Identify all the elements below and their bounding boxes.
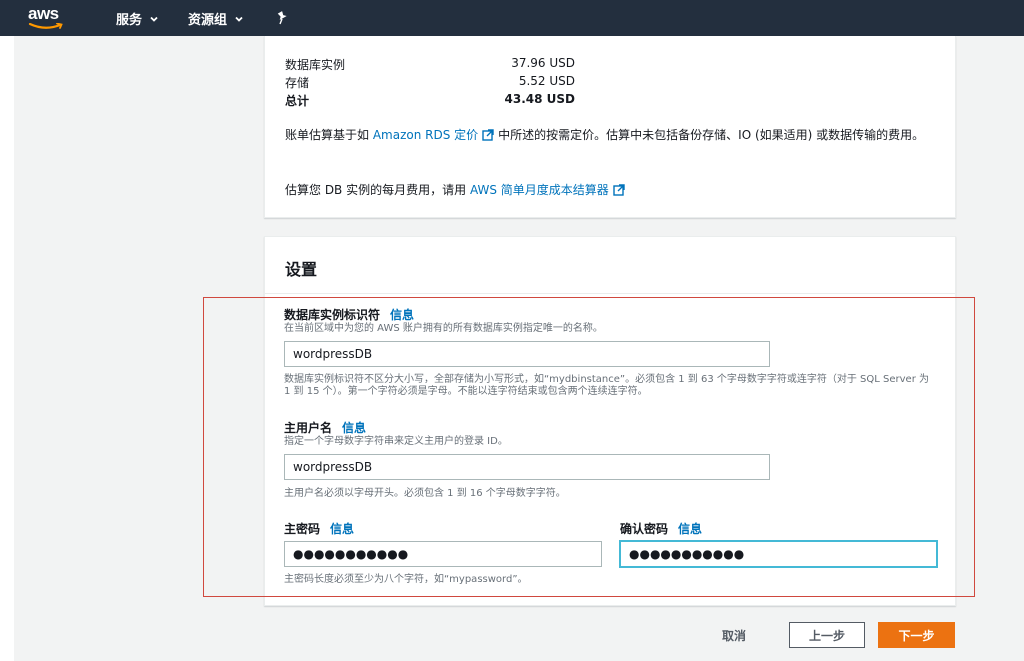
master-password-hint: 主密码长度必须至少为八个字符，如“mypassword”。 [284, 574, 528, 585]
info-link[interactable]: 信息 [330, 522, 354, 536]
db-identifier-label: 数据库实例标识符 信息 [284, 306, 414, 323]
next-button[interactable]: 下一步 [878, 622, 955, 648]
divider [265, 293, 955, 294]
cost-value: 37.96 USD [511, 56, 575, 70]
previous-button[interactable]: 上一步 [789, 622, 865, 648]
left-panel [0, 36, 14, 661]
external-link-icon [613, 184, 625, 196]
pricing-note-text: 账单估算基于如 [285, 128, 370, 142]
resource-groups-label: 资源组 [188, 13, 228, 28]
info-link[interactable]: 信息 [390, 308, 414, 322]
services-label: 服务 [116, 13, 143, 28]
cost-estimate-card: 数据库实例 37.96 USD 存储 5.52 USD 总计 43.48 USD… [264, 36, 956, 218]
master-username-input[interactable]: wordpressDB [284, 454, 770, 480]
master-password-label: 主密码 信息 [284, 520, 354, 537]
rds-pricing-link[interactable]: Amazon RDS 定价 [373, 128, 478, 142]
external-link-icon [482, 129, 494, 141]
cost-label: 存储 [285, 76, 310, 90]
services-menu[interactable]: 服务 [116, 9, 158, 28]
cost-value: 5.52 USD [518, 74, 575, 88]
resource-groups-menu[interactable]: 资源组 [188, 9, 243, 28]
cost-label: 总计 [285, 94, 310, 108]
db-identifier-description: 在当前区域中为您的 AWS 账户拥有的所有数据库实例指定唯一的名称。 [284, 323, 603, 334]
confirm-password-label: 确认密码 信息 [620, 520, 702, 537]
aws-smile-icon [28, 23, 63, 29]
master-password-input[interactable]: ●●●●●●●●●●● [284, 541, 602, 567]
pricing-note-text: 中所述的按需定价。估算中未包括备份存储、IO (如果适用) 或数据传输的费用。 [498, 128, 925, 142]
cost-value: 43.48 USD [504, 92, 575, 106]
password-mask: ●●●●●●●●●●● [629, 547, 745, 561]
master-username-hint: 主用户名必须以字母开头。必须包含 1 到 16 个字母数字字符。 [284, 488, 566, 499]
chevron-down-icon [150, 16, 158, 22]
cost-row-instance: 数据库实例 37.96 USD [285, 56, 575, 73]
db-identifier-input[interactable]: wordpressDB [284, 341, 770, 367]
calculator-note: 估算您 DB 实例的每月费用，请用 AWS 简单月度成本结算器 [285, 181, 935, 199]
monthly-calculator-link[interactable]: AWS 简单月度成本结算器 [470, 183, 609, 197]
settings-card: 设置 数据库实例标识符 信息 在当前区域中为您的 AWS 账户拥有的所有数据库实例… [264, 236, 956, 606]
password-mask: ●●●●●●●●●●● [293, 547, 409, 561]
calculator-note-text: 估算您 DB 实例的每月费用，请用 [285, 183, 467, 197]
cancel-button[interactable]: 取消 [722, 627, 746, 644]
master-password-label-text: 主密码 [284, 522, 321, 536]
confirm-password-label-text: 确认密码 [620, 522, 669, 536]
aws-logo[interactable]: aws [28, 4, 70, 32]
db-identifier-label-text: 数据库实例标识符 [284, 308, 381, 322]
master-username-description: 指定一个字母数字字符串来定义主用户的登录 ID。 [284, 436, 508, 447]
confirm-password-input[interactable]: ●●●●●●●●●●● [620, 541, 937, 567]
pin-icon[interactable] [276, 10, 288, 29]
aws-logo-text: aws [28, 4, 59, 23]
pricing-note: 账单估算基于如 Amazon RDS 定价 中所述的按需定价。估算中未包括备份存储… [285, 126, 935, 144]
db-identifier-hint: 数据库实例标识符不区分大小写，全部存储为小写形式，如“mydbinstance”… [284, 374, 929, 397]
master-username-label: 主用户名 信息 [284, 419, 366, 436]
cost-label: 数据库实例 [285, 58, 346, 72]
info-link[interactable]: 信息 [678, 522, 702, 536]
info-link[interactable]: 信息 [342, 421, 366, 435]
master-username-label-text: 主用户名 [284, 421, 333, 435]
cost-row-storage: 存储 5.52 USD [285, 74, 575, 91]
cost-row-total: 总计 43.48 USD [285, 92, 575, 109]
top-nav-bar: aws 服务 资源组 [0, 0, 1024, 36]
chevron-down-icon [235, 16, 243, 22]
settings-title: 设置 [285, 260, 318, 279]
